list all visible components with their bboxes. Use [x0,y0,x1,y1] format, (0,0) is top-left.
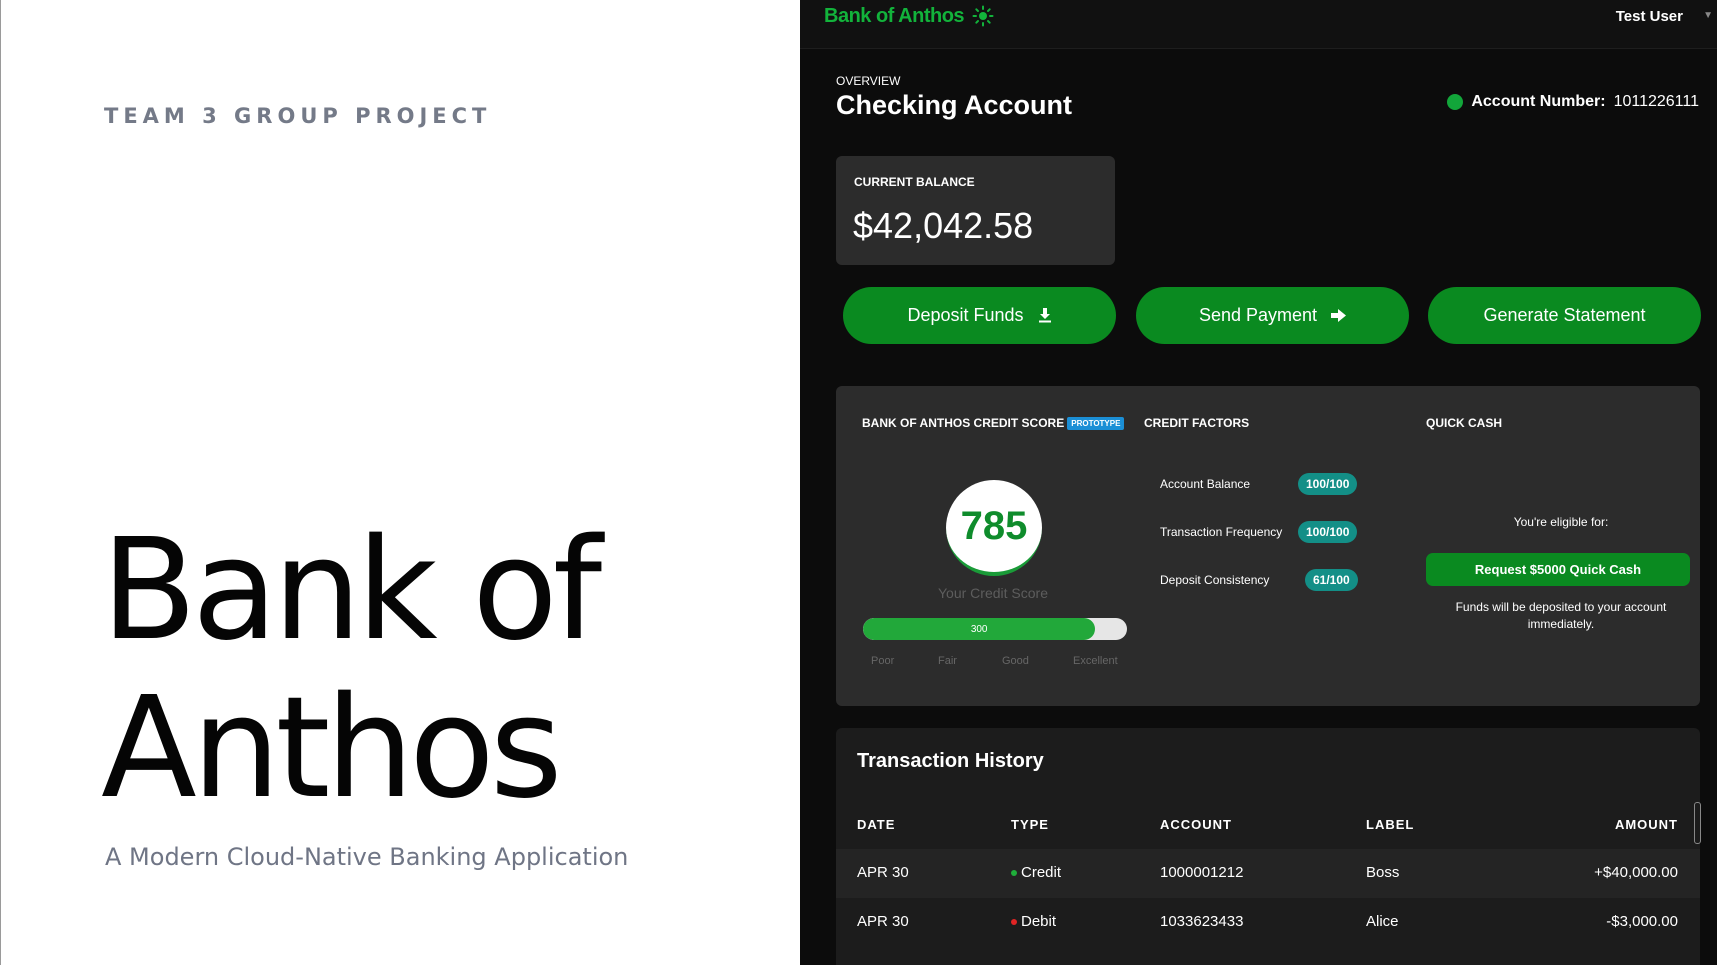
factor-label: Account Balance [1160,477,1251,491]
balance-card: CURRENT BALANCE $42,042.58 [836,156,1115,265]
slide-panel: TEAM 3 GROUP PROJECT Bank of Anthos A Mo… [0,0,800,965]
sun-icon[interactable] [972,5,994,27]
send-payment-button[interactable]: Send Payment [1136,287,1409,344]
scale-excellent: Excellent [1073,655,1118,667]
quick-cash-eligible: You're eligible for: [1513,515,1609,529]
transaction-history-panel: Transaction History DATE TYPE ACCOUNT LA… [836,728,1700,965]
credit-score-title: BANK OF ANTHOS CREDIT SCORE [862,416,1065,430]
account-number-label: Account Number: [1471,93,1606,110]
quick-cash-note-line-1: Funds will be deposited to your account [1455,600,1667,614]
debit-dot-icon [1011,919,1017,926]
arrow-right-icon [1331,309,1347,322]
credit-panel: BANK OF ANTHOS CREDIT SCORE PROTOTYPE 785… [836,386,1700,706]
column-header-account: ACCOUNT [1160,817,1232,832]
cell-type: Credit [1011,864,1061,881]
scrollbar[interactable] [1694,802,1701,844]
deposit-funds-button[interactable]: Deposit Funds [843,287,1116,344]
factor-score-badge: 100/100 [1298,473,1358,495]
top-navbar: Bank of Anthos Test User ▼ [800,0,1717,49]
slide-subtitle: A Modern Cloud-Native Banking Applicatio… [105,843,629,871]
slide-title-line-2: Anthos [101,667,563,830]
column-header-label: LABEL [1366,817,1415,832]
credit-score-circle: 785 [946,480,1042,576]
balance-value: $42,042.58 [853,205,1034,246]
brand-logo[interactable]: Bank of Anthos [824,5,965,28]
column-header-amount: AMOUNT [1614,817,1678,832]
download-icon [1038,308,1051,323]
scale-fair: Fair [938,655,957,667]
page-title: Checking Account [836,90,1073,120]
user-menu[interactable]: Test User [1616,8,1683,25]
cell-label: Boss [1366,864,1400,881]
chevron-down-icon[interactable]: ▼ [1703,10,1713,21]
deposit-funds-label: Deposit Funds [907,305,1024,325]
column-header-date: DATE [857,817,896,832]
slide-eyebrow: TEAM 3 GROUP PROJECT [104,104,492,128]
table-row[interactable]: APR 30 Debit 1033623433 Alice -$3,000.00 [836,898,1700,947]
quick-cash-note: Funds will be deposited to your account … [1426,599,1696,633]
factor-label: Transaction Frequency [1160,525,1283,539]
scale-good: Good [1002,655,1029,667]
cell-account: 1033623433 [1160,913,1244,930]
bank-app-window: Bank of Anthos Test User ▼ OVERVIEW Chec… [800,0,1717,965]
balance-label: CURRENT BALANCE [854,175,975,189]
quick-cash-heading: QUICK CASH [1426,416,1503,430]
cell-date: APR 30 [857,913,909,930]
quick-cash-note-line-2: immediately. [1527,617,1595,631]
cell-type-text: Debit [1021,913,1057,930]
generate-statement-label: Generate Statement [1483,305,1646,325]
cell-label: Alice [1366,913,1399,930]
account-number: Account Number: 1011226111 [1447,93,1699,111]
credit-score-bar: 300 [863,618,1127,640]
credit-score-heading: BANK OF ANTHOS CREDIT SCORE PROTOTYPE [862,416,1125,431]
credit-factors-heading: CREDIT FACTORS [1144,416,1250,430]
cell-account: 1000001212 [1160,864,1244,881]
account-number-value: 1011226111 [1613,93,1699,110]
credit-score-bar-fill: 300 [863,618,1096,640]
credit-score-bar-label: 300 [970,623,988,635]
cell-amount: -$3,000.00 [1606,913,1678,930]
factor-score-badge: 100/100 [1298,521,1358,543]
slide-title: Bank of Anthos [101,512,791,828]
factor-label: Deposit Consistency [1160,573,1270,587]
factor-score-badge: 61/100 [1305,569,1358,591]
scale-poor: Poor [871,655,895,667]
cell-date: APR 30 [857,864,909,881]
send-payment-label: Send Payment [1198,305,1318,325]
generate-statement-button[interactable]: Generate Statement [1428,287,1701,344]
prototype-badge: PROTOTYPE [1067,417,1125,431]
cell-type: Debit [1011,913,1056,930]
overview-label: OVERVIEW [836,74,901,88]
table-row[interactable]: APR 30 Credit 1000001212 Boss +$40,000.0… [836,849,1700,898]
status-dot-icon [1447,94,1464,110]
credit-score-caption: Your Credit Score [938,585,1048,601]
column-header-type: TYPE [1011,817,1049,832]
transaction-history-title: Transaction History [857,750,1044,772]
cell-amount: +$40,000.00 [1594,864,1678,881]
slide-title-line-1: Bank of [101,509,602,672]
request-quick-cash-button[interactable]: Request $5000 Quick Cash [1426,553,1690,586]
cell-type-text: Credit [1021,864,1062,881]
credit-dot-icon [1011,870,1017,877]
